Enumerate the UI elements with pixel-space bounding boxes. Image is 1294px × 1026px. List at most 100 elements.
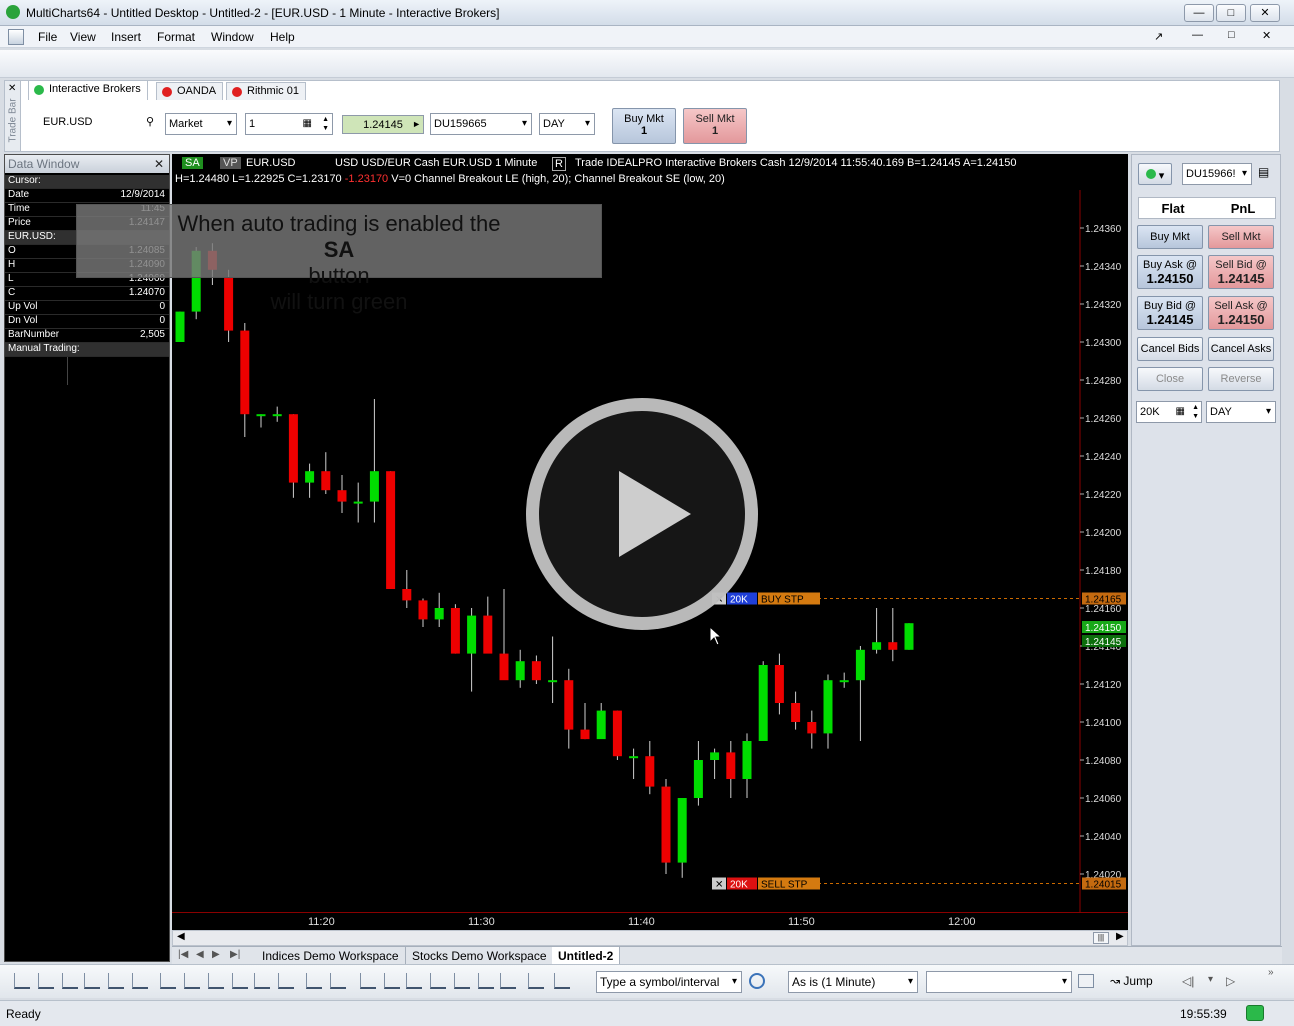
cycle-icon[interactable] bbox=[208, 973, 224, 989]
tab-rithmic[interactable]: Rithmic 01 bbox=[226, 82, 306, 100]
scroll-right-icon[interactable]: ▶ bbox=[1116, 931, 1124, 942]
magnet-icon[interactable] bbox=[528, 973, 544, 989]
vp-button[interactable]: VP bbox=[220, 157, 241, 169]
chart-description: USD USD/EUR Cash EUR.USD 1 Minute bbox=[335, 157, 538, 169]
regression-icon[interactable] bbox=[254, 973, 270, 989]
candle-body bbox=[418, 600, 428, 620]
cancel-bids-button[interactable]: Cancel Bids bbox=[1137, 337, 1203, 361]
line-draw-icon[interactable] bbox=[14, 973, 30, 989]
first-tab-icon[interactable]: |◀ bbox=[178, 949, 188, 960]
spin-icon[interactable]: ▲ ▼ bbox=[322, 115, 329, 133]
maximize-button[interactable]: □ bbox=[1216, 4, 1246, 22]
hline-icon[interactable] bbox=[38, 973, 54, 989]
dom-quantity-field[interactable]: 20K ▦ ▲ ▼ bbox=[1136, 401, 1202, 423]
gann-icon[interactable] bbox=[160, 973, 176, 989]
dom-settings-icon[interactable]: ▤ bbox=[1258, 165, 1269, 179]
order-type-select[interactable]: Market bbox=[165, 113, 237, 135]
dom-tif-select[interactable]: DAY bbox=[1206, 401, 1276, 423]
spin-icon[interactable]: ▲ ▼ bbox=[1192, 403, 1199, 421]
buy-mkt-button[interactable]: Buy Mkt 1 bbox=[612, 108, 676, 144]
speed-icon[interactable] bbox=[184, 973, 200, 989]
dom-sell-mkt-button[interactable]: Sell Mkt bbox=[1208, 225, 1274, 249]
sell-mkt-button[interactable]: Sell Mkt 1 bbox=[683, 108, 747, 144]
sell-ask-button[interactable]: Sell Ask @1.24150 bbox=[1208, 296, 1274, 330]
ellipse-icon[interactable] bbox=[430, 973, 446, 989]
dom-account-select[interactable]: DU15966! bbox=[1182, 163, 1252, 185]
tab-untitled-2[interactable]: Untitled-2 bbox=[552, 947, 621, 965]
overlay-line1: When auto trading is enabled the SA butt… bbox=[177, 211, 501, 288]
calculator-icon[interactable]: ▦ bbox=[1176, 406, 1185, 417]
calendar-icon[interactable] bbox=[1078, 974, 1094, 988]
jump-forward-icon[interactable]: ▷ bbox=[1226, 974, 1235, 988]
tab-stocks-demo[interactable]: Stocks Demo Workspace bbox=[406, 947, 554, 965]
menu-file[interactable]: File bbox=[38, 30, 57, 44]
sell-bid-button[interactable]: Sell Bid @1.24145 bbox=[1208, 255, 1274, 289]
close-doc-icon[interactable]: ✕ bbox=[1262, 29, 1271, 42]
minimize-doc-icon[interactable]: — bbox=[1192, 29, 1203, 41]
close-tradebar-icon[interactable]: ✕ bbox=[8, 83, 16, 94]
menu-view[interactable]: View bbox=[70, 30, 96, 44]
menu-help[interactable]: Help bbox=[270, 30, 295, 44]
symbol-field[interactable]: EUR.USD ⚲ bbox=[40, 112, 158, 134]
resolution-select[interactable]: As is (1 Minute) bbox=[788, 971, 918, 993]
restore-doc-icon[interactable]: ↗ bbox=[1154, 30, 1163, 43]
next-tab-icon[interactable]: ▶ bbox=[212, 949, 220, 960]
andrews-icon[interactable] bbox=[278, 973, 294, 989]
lock-icon[interactable] bbox=[554, 973, 570, 989]
last-tab-icon[interactable]: ▶| bbox=[230, 949, 240, 960]
rectangle-icon[interactable] bbox=[406, 973, 422, 989]
tab-oanda[interactable]: OANDA bbox=[156, 82, 224, 100]
buy-ask-button[interactable]: Buy Ask @1.24150 bbox=[1137, 255, 1203, 289]
tab-interactive-brokers[interactable]: Interactive Brokers bbox=[28, 80, 148, 100]
buy-bid-button[interactable]: Buy Bid @1.24145 bbox=[1137, 296, 1203, 330]
jump-back-icon[interactable]: ◁| bbox=[1182, 974, 1194, 988]
time-icon[interactable] bbox=[232, 973, 248, 989]
vline-icon[interactable] bbox=[62, 973, 78, 989]
channel-icon[interactable] bbox=[84, 973, 100, 989]
horizontal-scrollbar[interactable]: ◀ ||| ▶ bbox=[172, 930, 1128, 946]
calculator-icon[interactable]: ▦ bbox=[303, 118, 312, 129]
quantity-field[interactable]: 1 ▦ ▲ ▼ bbox=[245, 113, 333, 135]
menu-format[interactable]: Format bbox=[157, 30, 195, 44]
candle-body bbox=[661, 786, 671, 863]
close-position-button[interactable]: Close bbox=[1137, 367, 1203, 391]
connection-toggle[interactable]: ▾ bbox=[1138, 163, 1172, 185]
r-button[interactable]: R bbox=[552, 157, 566, 171]
table-icon[interactable] bbox=[330, 973, 346, 989]
data-window-key: H bbox=[8, 259, 16, 270]
close-button[interactable]: ✕ bbox=[1250, 4, 1280, 22]
price-field[interactable]: 1.24145 ► bbox=[342, 115, 424, 134]
prev-tab-icon[interactable]: ◀ bbox=[196, 949, 204, 960]
minimize-button[interactable]: — bbox=[1184, 4, 1214, 22]
maximize-doc-icon[interactable]: □ bbox=[1228, 29, 1235, 41]
jump-dropdown-icon[interactable]: ▾ bbox=[1208, 974, 1213, 985]
pitchfork-icon[interactable] bbox=[108, 973, 124, 989]
sa-button[interactable]: SA bbox=[182, 157, 203, 169]
text-tool-icon[interactable] bbox=[384, 973, 400, 989]
pencil-icon[interactable] bbox=[306, 973, 322, 989]
menu-insert[interactable]: Insert bbox=[111, 30, 141, 44]
dom-buy-mkt-button[interactable]: Buy Mkt bbox=[1137, 225, 1203, 249]
scroll-left-icon[interactable]: ◀ bbox=[177, 931, 185, 942]
clock-icon[interactable] bbox=[749, 973, 765, 989]
close-data-window-icon[interactable]: ✕ bbox=[154, 157, 164, 171]
search-icon[interactable]: ⚲ bbox=[146, 115, 154, 128]
fib-icon[interactable] bbox=[132, 973, 148, 989]
account-select[interactable]: DU159665 bbox=[430, 113, 532, 135]
play-button[interactable] bbox=[526, 398, 758, 630]
menu-window[interactable]: Window bbox=[211, 30, 254, 44]
tab-indices-demo[interactable]: Indices Demo Workspace bbox=[256, 947, 406, 965]
arrow-up-icon[interactable] bbox=[500, 973, 516, 989]
toolbar-overflow-icon[interactable]: » bbox=[1268, 967, 1274, 978]
scroll-thumb[interactable]: ||| bbox=[1093, 932, 1109, 944]
jump-button[interactable]: ↝ Jump bbox=[1110, 974, 1153, 988]
grid-draw-icon[interactable] bbox=[360, 973, 376, 989]
tif-select[interactable]: DAY bbox=[539, 113, 595, 135]
arc-icon[interactable] bbox=[454, 973, 470, 989]
date-select[interactable] bbox=[926, 971, 1072, 993]
arrow-down-icon[interactable] bbox=[478, 973, 494, 989]
symbol-interval-input[interactable]: Type a symbol/interval bbox=[596, 971, 742, 993]
reverse-position-button[interactable]: Reverse bbox=[1208, 367, 1274, 391]
buy-order-label: BUY STP bbox=[761, 595, 804, 606]
cancel-asks-button[interactable]: Cancel Asks bbox=[1208, 337, 1274, 361]
